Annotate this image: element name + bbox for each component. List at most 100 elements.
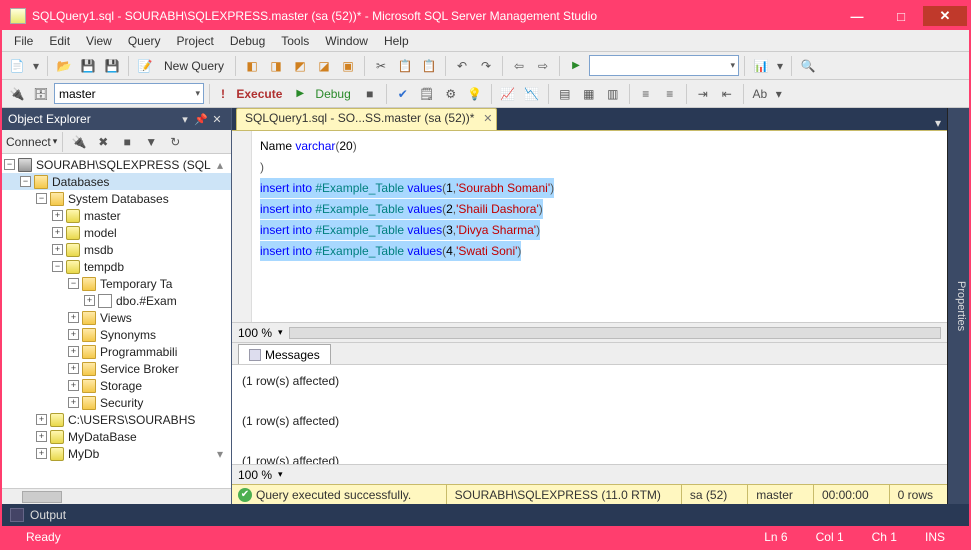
- execute-button[interactable]: ! Execute: [215, 85, 288, 103]
- query-options-icon[interactable]: ⚙: [440, 83, 462, 105]
- output-panel-tab[interactable]: Output: [2, 504, 969, 526]
- menu-help[interactable]: Help: [376, 32, 417, 50]
- dmx-query-icon[interactable]: ◪: [313, 55, 335, 77]
- menu-project[interactable]: Project: [169, 32, 222, 50]
- messages-pane[interactable]: (1 row(s) affected) (1 row(s) affected) …: [232, 364, 947, 464]
- editor-h-scrollbar[interactable]: [289, 327, 941, 339]
- comment-icon[interactable]: ≡: [635, 83, 657, 105]
- query-status-bar: ✔Query executed successfully. SOURABH\SQ…: [232, 484, 947, 504]
- copy-icon[interactable]: 📋: [394, 55, 416, 77]
- results-grid-icon[interactable]: ▦: [578, 83, 600, 105]
- mdx-query-icon[interactable]: ◩: [289, 55, 311, 77]
- save-all-icon[interactable]: 💾: [101, 55, 123, 77]
- tab-scroll-icon[interactable]: ▾: [929, 116, 947, 130]
- menu-edit[interactable]: Edit: [41, 32, 78, 50]
- panel-close-icon[interactable]: ✕: [209, 113, 225, 126]
- document-tab[interactable]: SQLQuery1.sql - SO...SS.master (sa (52))…: [236, 108, 497, 130]
- results-file-icon[interactable]: ▥: [602, 83, 624, 105]
- nav-back-icon[interactable]: ⇦: [508, 55, 530, 77]
- tree-node-model[interactable]: +model: [2, 224, 231, 241]
- debug-button[interactable]: ▶ Debug: [290, 85, 356, 103]
- messages-zoom-value[interactable]: 100 %: [238, 468, 272, 482]
- maximize-button[interactable]: □: [879, 6, 923, 26]
- tree-node-system-databases[interactable]: −System Databases: [2, 190, 231, 207]
- oe-horizontal-scrollbar[interactable]: [2, 488, 231, 504]
- tree-node-databases[interactable]: −Databases: [2, 173, 231, 190]
- open-icon[interactable]: 📂: [53, 55, 75, 77]
- tree-node-storage[interactable]: +Storage: [2, 377, 231, 394]
- dropdown-arrow-icon-2[interactable]: ▾: [774, 55, 786, 77]
- change-connection-icon[interactable]: 🔌: [6, 83, 28, 105]
- display-plan-icon[interactable]: 🗒: [416, 83, 438, 105]
- tree-node-mydb[interactable]: +MyDb▾: [2, 445, 231, 462]
- undo-icon[interactable]: ↶: [451, 55, 473, 77]
- analysis-query-icon[interactable]: ◨: [265, 55, 287, 77]
- redo-icon[interactable]: ↷: [475, 55, 497, 77]
- minimize-button[interactable]: —: [835, 6, 879, 26]
- tree-node-security[interactable]: +Security: [2, 394, 231, 411]
- specify-values-icon[interactable]: Ab: [749, 83, 771, 105]
- indent-icon[interactable]: ⇥: [692, 83, 714, 105]
- tree-node-example-table[interactable]: +dbo.#Exam: [2, 292, 231, 309]
- object-explorer-tree[interactable]: −SOURABH\SQLEXPRESS (SQL▴ −Databases −Sy…: [2, 154, 231, 488]
- menu-view[interactable]: View: [78, 32, 120, 50]
- menu-window[interactable]: Window: [317, 32, 376, 50]
- include-plan-icon[interactable]: 📈: [497, 83, 519, 105]
- tree-node-server[interactable]: −SOURABH\SQLEXPRESS (SQL▴: [2, 156, 231, 173]
- oe-connect-icon[interactable]: 🔌: [68, 131, 90, 153]
- start-icon[interactable]: ▶: [565, 55, 587, 77]
- uncomment-icon[interactable]: ≡: [659, 83, 681, 105]
- oe-filter-icon[interactable]: ▼: [140, 131, 162, 153]
- dropdown-arrow-icon[interactable]: ▾: [30, 55, 42, 77]
- solution-config-dropdown[interactable]: [589, 55, 739, 76]
- tree-node-msdb[interactable]: +msdb: [2, 241, 231, 258]
- nav-fwd-icon[interactable]: ⇨: [532, 55, 554, 77]
- parse-icon[interactable]: ✔: [392, 83, 414, 105]
- tree-node-users-path[interactable]: +C:\USERS\SOURABHS: [2, 411, 231, 428]
- outdent-icon[interactable]: ⇤: [716, 83, 738, 105]
- new-query-icon[interactable]: 📝: [134, 55, 156, 77]
- save-icon[interactable]: 💾: [77, 55, 99, 77]
- status-ready: Ready: [12, 530, 75, 544]
- tree-node-views[interactable]: +Views: [2, 309, 231, 326]
- output-label: Output: [30, 508, 66, 522]
- find-icon[interactable]: 🔍: [797, 55, 819, 77]
- results-text-icon[interactable]: ▤: [554, 83, 576, 105]
- menu-query[interactable]: Query: [120, 32, 169, 50]
- panel-pin-icon[interactable]: 📌: [193, 113, 209, 126]
- oe-disconnect-icon[interactable]: ✖: [92, 131, 114, 153]
- tab-close-icon[interactable]: ✕: [483, 112, 492, 125]
- database-selector[interactable]: master: [54, 83, 204, 104]
- tree-node-programmability[interactable]: +Programmabili: [2, 343, 231, 360]
- xmla-query-icon[interactable]: ▣: [337, 55, 359, 77]
- paste-icon[interactable]: 📋: [418, 55, 440, 77]
- tree-node-tempdb[interactable]: −tempdb: [2, 258, 231, 275]
- tree-node-temp-tables[interactable]: −Temporary Ta: [2, 275, 231, 292]
- zoom-value[interactable]: 100 %: [238, 326, 272, 340]
- menu-tools[interactable]: Tools: [273, 32, 317, 50]
- tree-node-service-broker[interactable]: +Service Broker: [2, 360, 231, 377]
- new-project-icon[interactable]: 📄: [6, 55, 28, 77]
- panel-dropdown-icon[interactable]: ▾: [177, 113, 193, 126]
- oe-refresh-icon[interactable]: ↻: [164, 131, 186, 153]
- tree-node-synonyms[interactable]: +Synonyms: [2, 326, 231, 343]
- oe-stop-icon[interactable]: ■: [116, 131, 138, 153]
- menu-debug[interactable]: Debug: [222, 32, 273, 50]
- messages-tab[interactable]: Messages: [238, 344, 331, 364]
- new-query-button[interactable]: New Query: [158, 57, 230, 75]
- cancel-query-icon[interactable]: ■: [359, 83, 381, 105]
- db-engine-query-icon[interactable]: ◧: [241, 55, 263, 77]
- sql-editor[interactable]: Name varchar(20) ) insert into #Example_…: [252, 131, 947, 322]
- cut-icon[interactable]: ✂: [370, 55, 392, 77]
- menu-file[interactable]: File: [6, 32, 41, 50]
- connect-button[interactable]: Connect: [6, 135, 51, 149]
- include-stats-icon[interactable]: 📉: [521, 83, 543, 105]
- intellisense-icon[interactable]: 💡: [464, 83, 486, 105]
- available-db-icon[interactable]: 🗄: [30, 83, 52, 105]
- activity-monitor-icon[interactable]: 📊: [750, 55, 772, 77]
- properties-panel-tab[interactable]: Properties: [947, 108, 969, 504]
- tree-node-master[interactable]: +master: [2, 207, 231, 224]
- close-button[interactable]: ✕: [923, 6, 967, 26]
- tree-node-mydatabase[interactable]: +MyDataBase: [2, 428, 231, 445]
- dropdown-arrow-icon-3[interactable]: ▾: [773, 83, 785, 105]
